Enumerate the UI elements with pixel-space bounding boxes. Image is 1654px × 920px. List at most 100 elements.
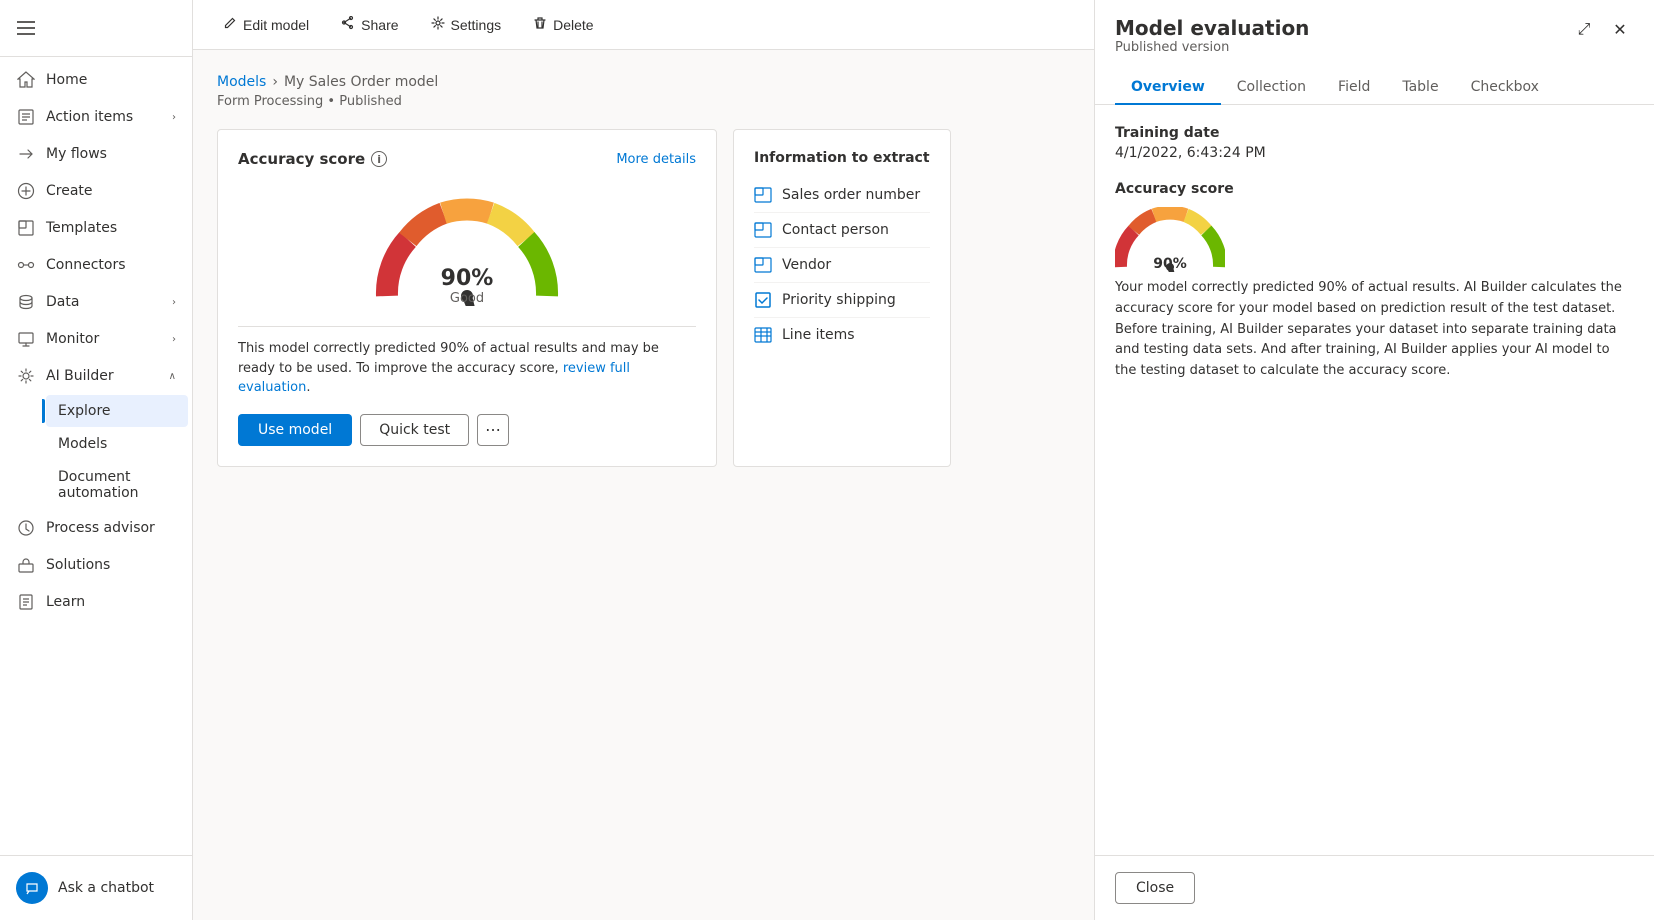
card-actions: Use model Quick test ⋯ xyxy=(238,414,696,446)
sidebar-item-connectors[interactable]: Connectors xyxy=(4,247,188,283)
quick-test-button[interactable]: Quick test xyxy=(360,414,469,446)
sidebar-item-my-flows[interactable]: My flows xyxy=(4,136,188,172)
settings-label: Settings xyxy=(451,17,502,33)
panel-gauge-label: 90% xyxy=(1153,256,1187,272)
sidebar-item-models-label: Models xyxy=(58,436,176,452)
more-options-button[interactable]: ⋯ xyxy=(477,414,509,446)
accuracy-info-icon[interactable]: i xyxy=(371,151,387,167)
panel-accuracy-description: Your model correctly predicted 90% of ac… xyxy=(1115,278,1634,382)
hamburger-menu[interactable] xyxy=(8,10,44,46)
extract-item-contact-person-label: Contact person xyxy=(782,222,889,238)
extract-item-priority-shipping-label: Priority shipping xyxy=(782,292,896,308)
sidebar-top xyxy=(0,0,192,57)
action-items-chevron: › xyxy=(172,112,176,123)
breadcrumb-parent[interactable]: Models xyxy=(217,74,266,90)
learn-icon xyxy=(16,592,36,612)
sidebar-item-explore-label: Explore xyxy=(58,403,176,419)
line-items-table-icon xyxy=(754,326,772,344)
sidebar-item-solutions[interactable]: Solutions xyxy=(4,547,188,583)
ai-builder-subnav: Explore Models Document automation xyxy=(0,395,192,509)
main-content: Edit model Share Settings Delete Models … xyxy=(193,0,1094,920)
accuracy-card: Accuracy score i More details xyxy=(217,129,717,467)
accuracy-card-header: Accuracy score i More details xyxy=(238,150,696,168)
sidebar-item-learn[interactable]: Learn xyxy=(4,584,188,620)
home-icon xyxy=(16,70,36,90)
panel-header: Model evaluation Published version ⤢ ✕ O… xyxy=(1095,0,1654,105)
sidebar-item-monitor-label: Monitor xyxy=(46,331,172,347)
chatbot-button[interactable]: Ask a chatbot xyxy=(4,864,188,912)
breadcrumb-separator: › xyxy=(272,74,278,90)
panel-body: Training date 4/1/2022, 6:43:24 PM Accur… xyxy=(1095,105,1654,855)
accuracy-card-title: Accuracy score i xyxy=(238,150,387,168)
close-panel-icon: ✕ xyxy=(1613,20,1626,40)
use-model-button[interactable]: Use model xyxy=(238,414,352,446)
extract-item-contact-person: Contact person xyxy=(754,213,930,248)
training-date-section: Training date 4/1/2022, 6:43:24 PM xyxy=(1115,125,1634,161)
close-panel-button[interactable]: ✕ xyxy=(1606,16,1634,44)
sidebar-item-document-automation[interactable]: Document automation xyxy=(46,461,188,509)
sidebar-item-monitor[interactable]: Monitor › xyxy=(4,321,188,357)
toolbar: Edit model Share Settings Delete xyxy=(193,0,1094,50)
priority-shipping-checkbox-icon xyxy=(754,291,772,309)
sidebar-item-data-label: Data xyxy=(46,294,172,310)
sidebar-item-action-items[interactable]: Action items › xyxy=(4,99,188,135)
tab-checkbox[interactable]: Checkbox xyxy=(1455,71,1555,105)
sidebar-nav: Home Action items › My flows Create xyxy=(0,57,192,855)
extract-card-title: Information to extract xyxy=(754,150,930,166)
settings-button[interactable]: Settings xyxy=(425,12,508,37)
monitor-chevron: › xyxy=(172,334,176,345)
extract-item-line-items: Line items xyxy=(754,318,930,352)
expand-panel-button[interactable]: ⤢ xyxy=(1570,16,1598,44)
extract-item-sales-order-label: Sales order number xyxy=(782,187,920,203)
extract-item-line-items-label: Line items xyxy=(782,327,855,343)
tab-table[interactable]: Table xyxy=(1386,71,1454,105)
edit-model-button[interactable]: Edit model xyxy=(217,12,315,37)
panel-title: Model evaluation Published version xyxy=(1115,16,1309,67)
page-subtitle: Form Processing • Published xyxy=(217,94,1070,109)
contact-person-field-icon xyxy=(754,221,772,239)
gauge-container: 90% Good xyxy=(238,180,696,314)
sidebar-item-templates-label: Templates xyxy=(46,220,176,236)
extract-item-priority-shipping: Priority shipping xyxy=(754,283,930,318)
sidebar-item-my-flows-label: My flows xyxy=(46,146,176,162)
sidebar-item-data[interactable]: Data › xyxy=(4,284,188,320)
ai-builder-icon xyxy=(16,366,36,386)
share-label: Share xyxy=(361,17,398,33)
share-icon xyxy=(341,16,355,33)
panel-accuracy-label: Accuracy score xyxy=(1115,181,1634,197)
sidebar-item-process-advisor[interactable]: Process advisor xyxy=(4,510,188,546)
data-chevron: › xyxy=(172,297,176,308)
my-flows-icon xyxy=(16,144,36,164)
share-button[interactable]: Share xyxy=(335,12,404,37)
panel-title-text: Model evaluation xyxy=(1115,16,1309,40)
panel-accuracy-section: Accuracy score xyxy=(1115,181,1634,382)
sidebar-item-models[interactable]: Models xyxy=(46,428,188,460)
sidebar-item-ai-builder-label: AI Builder xyxy=(46,368,169,384)
data-icon xyxy=(16,292,36,312)
sidebar-item-connectors-label: Connectors xyxy=(46,257,176,273)
sidebar-item-create[interactable]: Create xyxy=(4,173,188,209)
settings-icon xyxy=(431,16,445,33)
tab-collection[interactable]: Collection xyxy=(1221,71,1322,105)
close-button[interactable]: Close xyxy=(1115,872,1195,904)
breadcrumb-current: My Sales Order model xyxy=(284,74,438,90)
delete-button[interactable]: Delete xyxy=(527,12,599,37)
extract-item-vendor-label: Vendor xyxy=(782,257,831,273)
breadcrumb: Models › My Sales Order model xyxy=(217,74,1070,90)
training-date-value: 4/1/2022, 6:43:24 PM xyxy=(1115,145,1634,161)
panel-tabs: Overview Collection Field Table Checkbox xyxy=(1115,71,1634,104)
edit-icon xyxy=(223,16,237,33)
gauge-wrap: 90% Good xyxy=(367,196,567,306)
sidebar-item-templates[interactable]: Templates xyxy=(4,210,188,246)
gauge-percentage: 90% xyxy=(441,266,494,291)
gauge-grade: Good xyxy=(441,291,494,306)
sales-order-field-icon xyxy=(754,186,772,204)
edit-model-label: Edit model xyxy=(243,17,309,33)
sidebar-item-explore[interactable]: Explore xyxy=(46,395,188,427)
sidebar-item-home[interactable]: Home xyxy=(4,62,188,98)
tab-field[interactable]: Field xyxy=(1322,71,1386,105)
tab-overview[interactable]: Overview xyxy=(1115,71,1221,105)
sidebar-item-create-label: Create xyxy=(46,183,176,199)
sidebar-item-ai-builder[interactable]: AI Builder ∧ xyxy=(4,358,188,394)
more-details-link[interactable]: More details xyxy=(616,152,696,167)
